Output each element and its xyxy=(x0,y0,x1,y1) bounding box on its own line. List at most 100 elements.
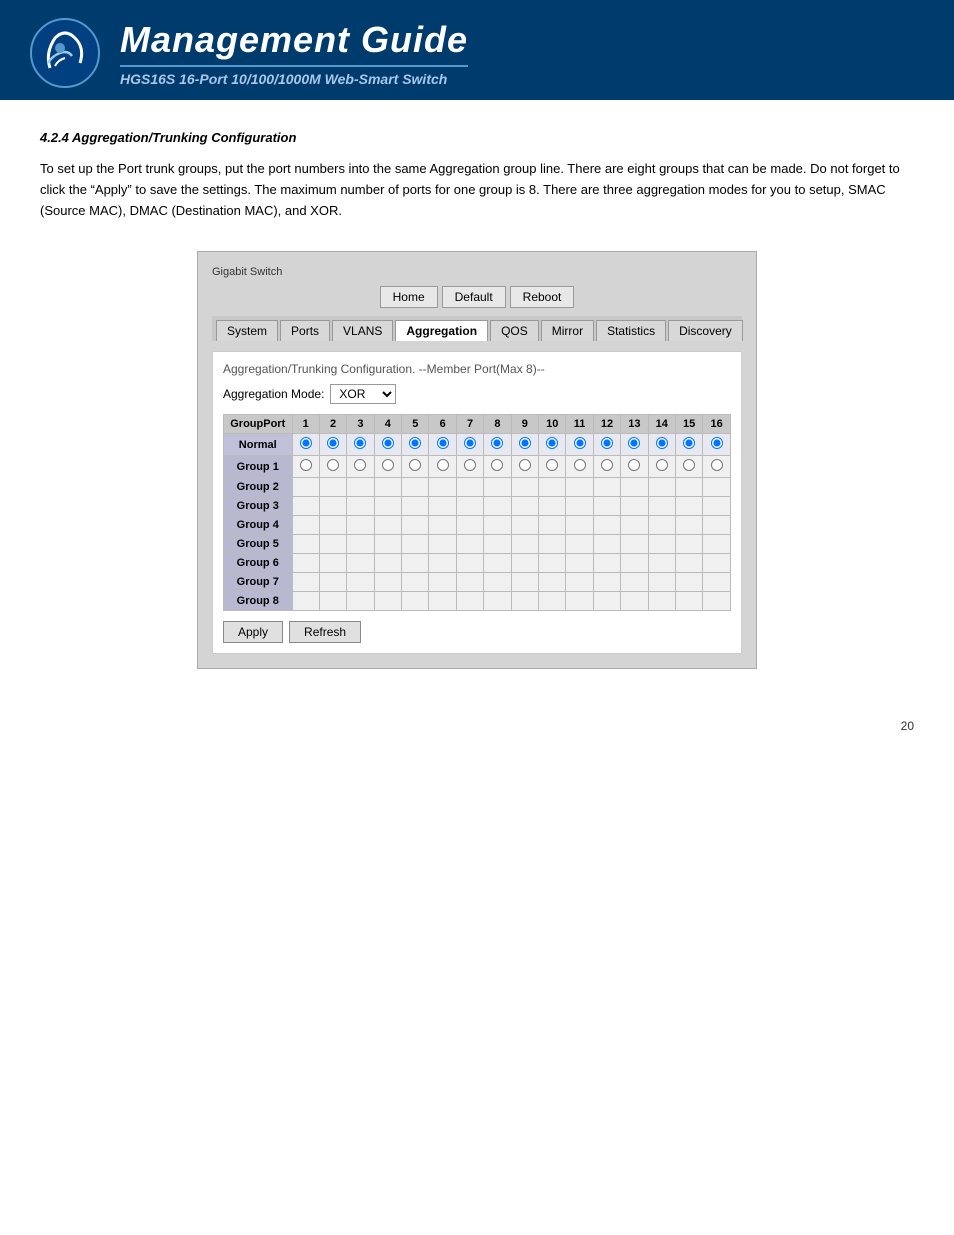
port-cell-4-14 xyxy=(675,516,702,535)
home-button[interactable]: Home xyxy=(380,286,438,308)
mode-select[interactable]: SMAC DMAC XOR xyxy=(330,384,396,404)
radio-1-5[interactable] xyxy=(437,459,449,471)
radio-1-4[interactable] xyxy=(409,459,421,471)
port-cell-1-4[interactable] xyxy=(402,456,429,478)
port-cell-5-7 xyxy=(484,535,511,554)
tab-qos[interactable]: QOS xyxy=(490,320,539,341)
port-cell-6-1 xyxy=(319,554,346,573)
port-cell-3-13 xyxy=(648,497,675,516)
port-cell-1-0[interactable] xyxy=(292,456,319,478)
radio-1-15[interactable] xyxy=(711,459,723,471)
port-cell-1-15[interactable] xyxy=(703,456,731,478)
section-heading: 4.2.4 Aggregation/Trunking Configuration xyxy=(40,130,914,145)
radio-1-11[interactable] xyxy=(601,459,613,471)
default-button[interactable]: Default xyxy=(442,286,506,308)
tab-ports[interactable]: Ports xyxy=(280,320,330,341)
tab-vlans[interactable]: VLANS xyxy=(332,320,393,341)
port-cell-0-13[interactable] xyxy=(648,434,675,456)
radio-1-3[interactable] xyxy=(382,459,394,471)
radio-0-0[interactable] xyxy=(300,437,312,449)
port-cell-1-10[interactable] xyxy=(566,456,593,478)
radio-0-2[interactable] xyxy=(354,437,366,449)
port-cell-1-12[interactable] xyxy=(621,456,648,478)
radio-0-6[interactable] xyxy=(464,437,476,449)
port-cell-6-10 xyxy=(566,554,593,573)
port-cell-0-11[interactable] xyxy=(593,434,620,456)
radio-0-1[interactable] xyxy=(327,437,339,449)
radio-0-11[interactable] xyxy=(601,437,613,449)
radio-0-8[interactable] xyxy=(519,437,531,449)
port-cell-0-1[interactable] xyxy=(319,434,346,456)
radio-0-4[interactable] xyxy=(409,437,421,449)
radio-1-12[interactable] xyxy=(628,459,640,471)
radio-0-12[interactable] xyxy=(628,437,640,449)
config-title-bold: Aggregation/Trunking Configuration. xyxy=(223,362,415,376)
radio-1-8[interactable] xyxy=(519,459,531,471)
port-cell-1-14[interactable] xyxy=(675,456,702,478)
row-label-1: Group 1 xyxy=(224,456,293,478)
port-cell-0-8[interactable] xyxy=(511,434,538,456)
port-cell-1-8[interactable] xyxy=(511,456,538,478)
port-cell-1-5[interactable] xyxy=(429,456,456,478)
port-cell-0-0[interactable] xyxy=(292,434,319,456)
reboot-button[interactable]: Reboot xyxy=(510,286,575,308)
radio-1-9[interactable] xyxy=(546,459,558,471)
port-cell-7-4 xyxy=(402,573,429,592)
port-cell-0-6[interactable] xyxy=(456,434,483,456)
radio-0-14[interactable] xyxy=(683,437,695,449)
panel-label: Gigabit Switch xyxy=(212,266,742,278)
radio-1-2[interactable] xyxy=(354,459,366,471)
radio-1-6[interactable] xyxy=(464,459,476,471)
radio-1-7[interactable] xyxy=(491,459,503,471)
port-cell-3-2 xyxy=(347,497,374,516)
radio-0-3[interactable] xyxy=(382,437,394,449)
port-cell-0-5[interactable] xyxy=(429,434,456,456)
tab-mirror[interactable]: Mirror xyxy=(541,320,594,341)
port-cell-0-3[interactable] xyxy=(374,434,401,456)
port-cell-1-9[interactable] xyxy=(539,456,566,478)
radio-1-10[interactable] xyxy=(574,459,586,471)
radio-0-13[interactable] xyxy=(656,437,668,449)
tab-aggregation[interactable]: Aggregation xyxy=(395,320,488,341)
radio-1-14[interactable] xyxy=(683,459,695,471)
port-cell-1-3[interactable] xyxy=(374,456,401,478)
table-row: Normal xyxy=(224,434,731,456)
tab-statistics[interactable]: Statistics xyxy=(596,320,666,341)
port-cell-4-12 xyxy=(621,516,648,535)
port-cell-0-4[interactable] xyxy=(402,434,429,456)
port-cell-1-7[interactable] xyxy=(484,456,511,478)
radio-1-0[interactable] xyxy=(300,459,312,471)
radio-1-13[interactable] xyxy=(656,459,668,471)
toolbar: Home Default Reboot xyxy=(212,286,742,308)
port-cell-0-14[interactable] xyxy=(675,434,702,456)
port-cell-3-10 xyxy=(566,497,593,516)
port-cell-1-11[interactable] xyxy=(593,456,620,478)
port-cell-0-10[interactable] xyxy=(566,434,593,456)
radio-0-15[interactable] xyxy=(711,437,723,449)
refresh-button[interactable]: Refresh xyxy=(289,621,361,643)
port-cell-0-9[interactable] xyxy=(539,434,566,456)
port-cell-0-2[interactable] xyxy=(347,434,374,456)
port-cell-2-0 xyxy=(292,478,319,497)
mode-label: Aggregation Mode: xyxy=(223,387,324,401)
port-cell-0-15[interactable] xyxy=(703,434,731,456)
port-cell-1-2[interactable] xyxy=(347,456,374,478)
port-cell-8-2 xyxy=(347,592,374,611)
port-cell-4-9 xyxy=(539,516,566,535)
radio-1-1[interactable] xyxy=(327,459,339,471)
tab-discovery[interactable]: Discovery xyxy=(668,320,743,341)
apply-button[interactable]: Apply xyxy=(223,621,283,643)
port-cell-0-7[interactable] xyxy=(484,434,511,456)
radio-0-5[interactable] xyxy=(437,437,449,449)
radio-0-10[interactable] xyxy=(574,437,586,449)
tab-system[interactable]: System xyxy=(216,320,278,341)
row-label-3: Group 3 xyxy=(224,497,293,516)
port-cell-0-12[interactable] xyxy=(621,434,648,456)
port-cell-1-13[interactable] xyxy=(648,456,675,478)
radio-0-7[interactable] xyxy=(491,437,503,449)
section-desc: To set up the Port trunk groups, put the… xyxy=(40,159,914,221)
port-cell-1-6[interactable] xyxy=(456,456,483,478)
port-cell-1-1[interactable] xyxy=(319,456,346,478)
port-cell-8-4 xyxy=(402,592,429,611)
radio-0-9[interactable] xyxy=(546,437,558,449)
